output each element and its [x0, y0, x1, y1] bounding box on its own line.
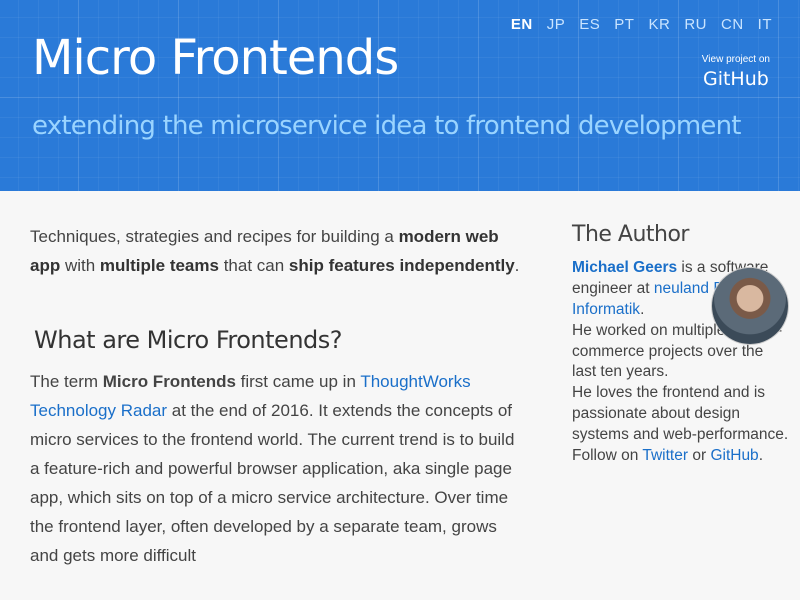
intro-bold-2: multiple teams	[99, 256, 219, 275]
section-heading: What are Micro Frontends?	[34, 326, 343, 354]
main-content: Techniques, strategies and recipes for b…	[30, 222, 520, 570]
intro-text-2: with	[60, 256, 100, 275]
section-paragraph: The term Micro Frontends first came up i…	[30, 367, 520, 570]
author-avatar	[712, 268, 788, 344]
lang-link-jp[interactable]: JP	[547, 16, 566, 33]
twitter-link[interactable]: Twitter	[642, 447, 688, 464]
author-bio-line-3: He loves the frontend and is passionate …	[572, 384, 789, 443]
intro-text-1: Techniques, strategies and recipes for b…	[30, 227, 399, 246]
author-github-link[interactable]: GitHub	[710, 447, 758, 464]
site-subtitle: extending the microservice idea to front…	[32, 111, 741, 141]
lang-link-kr[interactable]: KR	[648, 16, 670, 33]
language-nav: EN JP ES PT KR RU CN IT	[511, 16, 772, 33]
header-banner: Micro Frontends extending the microservi…	[0, 0, 800, 191]
intro-bold-3: ship features independently	[288, 256, 515, 275]
section-text-1: The term	[30, 371, 103, 391]
intro-paragraph: Techniques, strategies and recipes for b…	[30, 222, 520, 280]
author-bio-text-2: .	[640, 300, 645, 318]
sidebar-heading: The Author	[572, 222, 689, 247]
follow-or-text: or	[688, 446, 711, 464]
intro-text-3: that can	[218, 256, 289, 275]
author-name-link[interactable]: Michael Geers	[572, 259, 677, 276]
section-text-3: at the end of 2016. It extends the conce…	[30, 400, 515, 565]
follow-end-text: .	[758, 446, 763, 464]
lang-link-it[interactable]: IT	[758, 16, 772, 33]
section-bold-1: Micro Frontends	[102, 371, 236, 391]
lang-link-pt[interactable]: PT	[614, 16, 634, 33]
github-link-label: GitHub	[702, 68, 769, 90]
lang-link-ru[interactable]: RU	[684, 16, 707, 33]
site-title: Micro Frontends	[32, 30, 399, 86]
github-link-caption: View project on	[701, 54, 770, 65]
intro-text-4: .	[514, 256, 520, 275]
follow-text: Follow on	[572, 446, 643, 464]
lang-link-es[interactable]: ES	[579, 16, 600, 33]
github-project-link[interactable]: View project on GitHub	[702, 54, 770, 92]
lang-link-en[interactable]: EN	[511, 16, 533, 33]
lang-link-cn[interactable]: CN	[721, 16, 744, 33]
section-text-2: first came up in	[235, 371, 361, 391]
author-sidebar: The Author Michael Geers is a software e…	[572, 222, 790, 466]
